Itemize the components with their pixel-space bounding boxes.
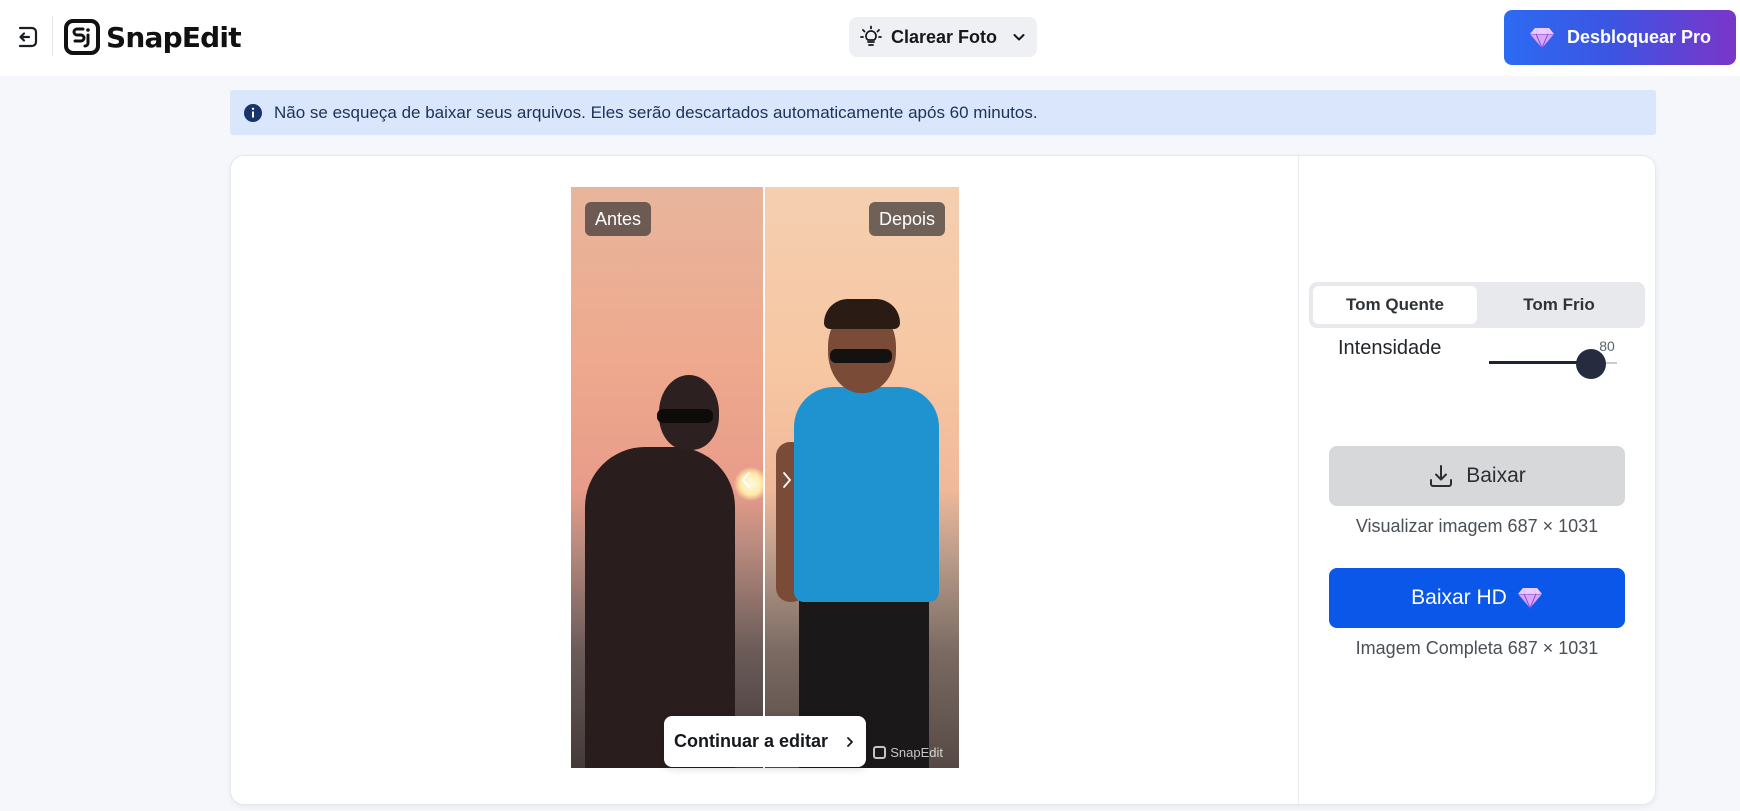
tool-dropdown[interactable]: Clarear Foto: [849, 17, 1037, 57]
photo-figure: [824, 299, 900, 329]
unlock-pro-button[interactable]: Desbloquear Pro: [1504, 10, 1736, 65]
preview-size-info: Visualizar imagem 687 × 1031: [1355, 516, 1599, 536]
intensity-label: Intensidade: [1338, 337, 1442, 359]
back-arrow-icon: [18, 26, 38, 48]
download-label: Baixar: [1466, 464, 1526, 487]
before-tag: Antes: [585, 202, 652, 236]
tone-cold-option[interactable]: Tom Frio: [1477, 286, 1641, 324]
watermark-logo-icon: [873, 746, 887, 759]
watermark: SnapEdit: [873, 745, 943, 760]
download-hd-label: Baixar HD: [1411, 586, 1507, 609]
after-tag: Depois: [868, 202, 945, 236]
slider-thumb[interactable]: [1576, 349, 1606, 379]
download-button[interactable]: Baixar: [1329, 446, 1625, 506]
top-bar: SnapEdit Clarear Foto Desbloquear Pro: [0, 0, 1740, 76]
before-image: [571, 187, 764, 768]
unlock-pro-label: Desbloquear Pro: [1566, 27, 1712, 47]
header-divider: [52, 16, 53, 56]
watermark-text: SnapEdit: [890, 745, 943, 760]
tool-dropdown-label: Clarear Foto: [891, 26, 998, 47]
continue-editing-label: Continuar a editar: [674, 731, 829, 751]
diamond-icon: [1517, 587, 1542, 609]
continue-editing-button[interactable]: Continuar a editar: [664, 716, 866, 767]
download-hd-button[interactable]: Baixar HD: [1329, 568, 1625, 628]
before-after-preview[interactable]: Antes Depois SnapEdit: [571, 187, 959, 768]
chevron-right-icon: [847, 736, 853, 747]
editor-card: Antes Depois SnapEdit Continuar a editar…: [230, 155, 1656, 805]
chevron-right-icon: [779, 470, 795, 490]
info-notice: Não se esqueça de baixar seus arquivos. …: [230, 90, 1656, 135]
snapedit-logo-icon: [64, 19, 100, 55]
notice-text: Não se esqueça de baixar seus arquivos. …: [274, 102, 1038, 122]
photo-figure: [657, 409, 713, 423]
info-icon: [244, 103, 262, 122]
diamond-icon: [1529, 27, 1554, 49]
full-size-info: Imagem Completa 687 × 1031: [1355, 638, 1599, 658]
panel-divider: [1298, 156, 1299, 804]
app-logo[interactable]: SnapEdit: [64, 18, 242, 56]
photo-figure: [830, 349, 892, 363]
compare-slider-handle[interactable]: [763, 187, 765, 768]
download-icon: [1430, 465, 1453, 487]
back-button[interactable]: [12, 22, 42, 52]
tone-warm-option[interactable]: Tom Quente: [1313, 286, 1477, 324]
chevron-left-icon: [738, 470, 754, 490]
chevron-down-icon: [1013, 34, 1025, 41]
intensity-slider[interactable]: [1489, 344, 1617, 379]
photo-figure: [794, 387, 939, 602]
logo-text: SnapEdit: [106, 20, 242, 54]
lightbulb-icon: [860, 25, 882, 46]
tone-toggle: Tom Quente Tom Frio: [1309, 282, 1645, 328]
